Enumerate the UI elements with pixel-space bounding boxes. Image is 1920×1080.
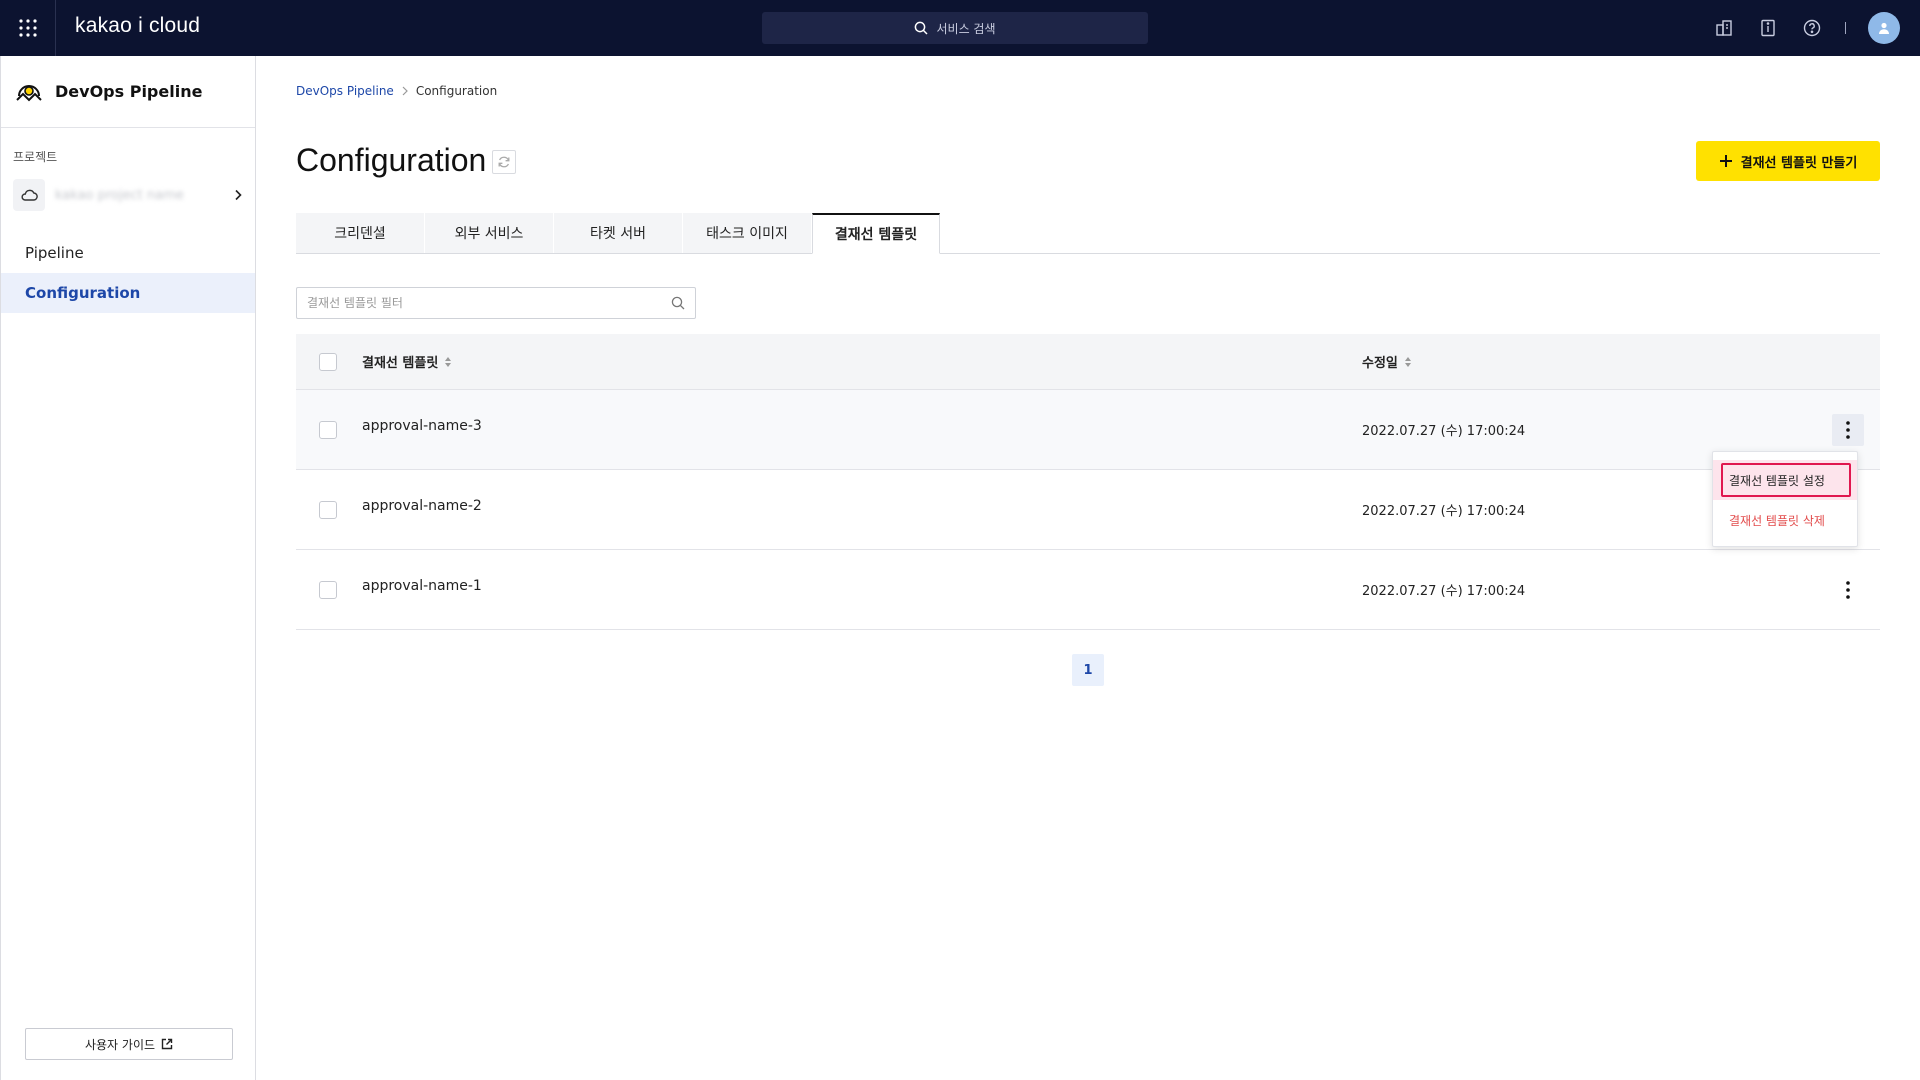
table-row[interactable]: approval-name-2 2022.07.27 (수) 17:00:24	[296, 470, 1880, 550]
table-row[interactable]: approval-name-3 2022.07.27 (수) 17:00:24	[296, 390, 1880, 470]
cloud-icon	[13, 179, 45, 211]
more-vertical-icon	[1846, 580, 1850, 599]
table-header: 결재선 템플릿 수정일	[296, 334, 1880, 390]
menu-item-label: 결재선 템플릿 삭제	[1729, 513, 1825, 528]
main-content: DevOps Pipeline Configuration Configurat…	[256, 56, 1920, 1080]
row-menu-button[interactable]	[1832, 413, 1864, 446]
divider	[1845, 22, 1846, 34]
sidebar-item-pipeline[interactable]: Pipeline	[1, 233, 255, 273]
service-search-placeholder: 서비스 검색	[936, 21, 996, 36]
table-row[interactable]: approval-name-1 2022.07.27 (수) 17:00:24	[296, 550, 1880, 630]
template-name[interactable]: approval-name-1	[362, 578, 482, 594]
tab-external-service[interactable]: 외부 서비스	[425, 213, 553, 253]
document-info-icon[interactable]	[1757, 17, 1779, 39]
chevron-right-icon	[402, 86, 408, 96]
project-section-label: 프로젝트	[13, 150, 58, 164]
sidebar-header: DevOps Pipeline	[1, 56, 255, 128]
user-avatar[interactable]	[1868, 12, 1900, 44]
tab-label: 크리덴셜	[334, 226, 386, 242]
sidebar-item-label: Pipeline	[25, 244, 84, 262]
row-menu-button[interactable]	[1832, 574, 1864, 606]
breadcrumb-current: Configuration	[415, 84, 498, 98]
refresh-icon	[498, 156, 510, 168]
column-header-template: 결재선 템플릿	[362, 352, 452, 371]
external-link-icon	[161, 1038, 173, 1050]
help-icon[interactable]	[1801, 17, 1823, 39]
select-all-checkbox[interactable]	[319, 352, 337, 371]
project-name: kakao project name	[55, 187, 184, 203]
grid-icon	[18, 19, 37, 37]
menu-item-label: 결재선 템플릿 설정	[1729, 473, 1825, 488]
top-navigation-bar: kakao i cloud 서비스 검색	[0, 0, 1920, 56]
app-grid-button[interactable]	[0, 0, 56, 56]
tab-label: 결재선 템플릿	[834, 227, 918, 243]
pagination: 1	[1072, 654, 1104, 686]
row-checkbox[interactable]	[319, 500, 337, 519]
approval-template-table: 결재선 템플릿 수정일 approval-name-3 2022.07.27 (…	[296, 334, 1880, 630]
template-name[interactable]: approval-name-2	[362, 498, 482, 514]
column-header-modified: 수정일	[1362, 352, 1412, 371]
sidebar-item-label: Configuration	[25, 284, 141, 302]
column-header-label: 결재선 템플릿	[362, 356, 439, 371]
menu-item-template-settings[interactable]: 결재선 템플릿 설정	[1713, 460, 1857, 500]
breadcrumb-root-link[interactable]: DevOps Pipeline	[296, 84, 394, 98]
devops-pipeline-icon	[16, 84, 42, 101]
sidebar: DevOps Pipeline 프로젝트 kakao project name …	[0, 56, 256, 1080]
more-vertical-icon	[1846, 420, 1850, 439]
tab-label: 외부 서비스	[454, 226, 524, 242]
modified-date: 2022.07.27 (수) 17:00:24	[1362, 504, 1526, 519]
organization-icon[interactable]	[1713, 17, 1735, 39]
sort-icon[interactable]	[1404, 356, 1412, 368]
tab-target-server[interactable]: 타켓 서버	[554, 213, 682, 253]
chevron-right-icon	[235, 189, 242, 201]
plus-icon	[1719, 155, 1732, 167]
create-approval-template-button[interactable]: 결재선 템플릿 만들기	[1696, 141, 1880, 181]
refresh-button[interactable]	[492, 150, 516, 174]
sidebar-item-configuration[interactable]: Configuration	[1, 273, 255, 313]
filter-input[interactable]	[307, 296, 671, 310]
template-name[interactable]: approval-name-3	[362, 418, 482, 434]
sidebar-title: DevOps Pipeline	[55, 82, 203, 101]
row-checkbox[interactable]	[319, 420, 337, 439]
tab-approval-template[interactable]: 결재선 템플릿	[812, 213, 940, 254]
search-icon[interactable]	[671, 296, 685, 310]
menu-item-template-delete[interactable]: 결재선 템플릿 삭제	[1713, 500, 1857, 540]
row-checkbox[interactable]	[319, 580, 337, 599]
user-icon	[1879, 22, 1889, 34]
tab-label: 태스크 이미지	[706, 226, 788, 242]
search-icon	[915, 21, 929, 35]
modified-date: 2022.07.27 (수) 17:00:24	[1362, 584, 1526, 599]
brand-logo[interactable]: kakao i cloud	[75, 14, 200, 38]
tab-task-image[interactable]: 태스크 이미지	[683, 213, 811, 253]
column-header-label: 수정일	[1362, 356, 1398, 371]
create-button-label: 결재선 템플릿 만들기	[1740, 155, 1858, 171]
service-search-input[interactable]: 서비스 검색	[762, 12, 1148, 44]
page-title: Configuration	[296, 142, 487, 178]
project-selector[interactable]: kakao project name	[13, 177, 243, 213]
approval-template-filter	[296, 287, 696, 319]
top-right-icons	[1713, 12, 1900, 44]
row-context-menu: 결재선 템플릿 설정 결재선 템플릿 삭제	[1712, 451, 1858, 547]
breadcrumb: DevOps Pipeline Configuration	[296, 84, 497, 98]
tab-bar: 크리덴셜 외부 서비스 타켓 서버 태스크 이미지 결재선 템플릿	[296, 213, 1880, 254]
tab-label: 타켓 서버	[590, 226, 646, 242]
tab-credential[interactable]: 크리덴셜	[296, 213, 424, 253]
user-guide-button[interactable]: 사용자 가이드	[25, 1028, 233, 1060]
user-guide-label: 사용자 가이드	[84, 1037, 156, 1052]
page-number-button[interactable]: 1	[1072, 654, 1104, 686]
modified-date: 2022.07.27 (수) 17:00:24	[1362, 424, 1526, 439]
sort-icon[interactable]	[444, 356, 452, 368]
